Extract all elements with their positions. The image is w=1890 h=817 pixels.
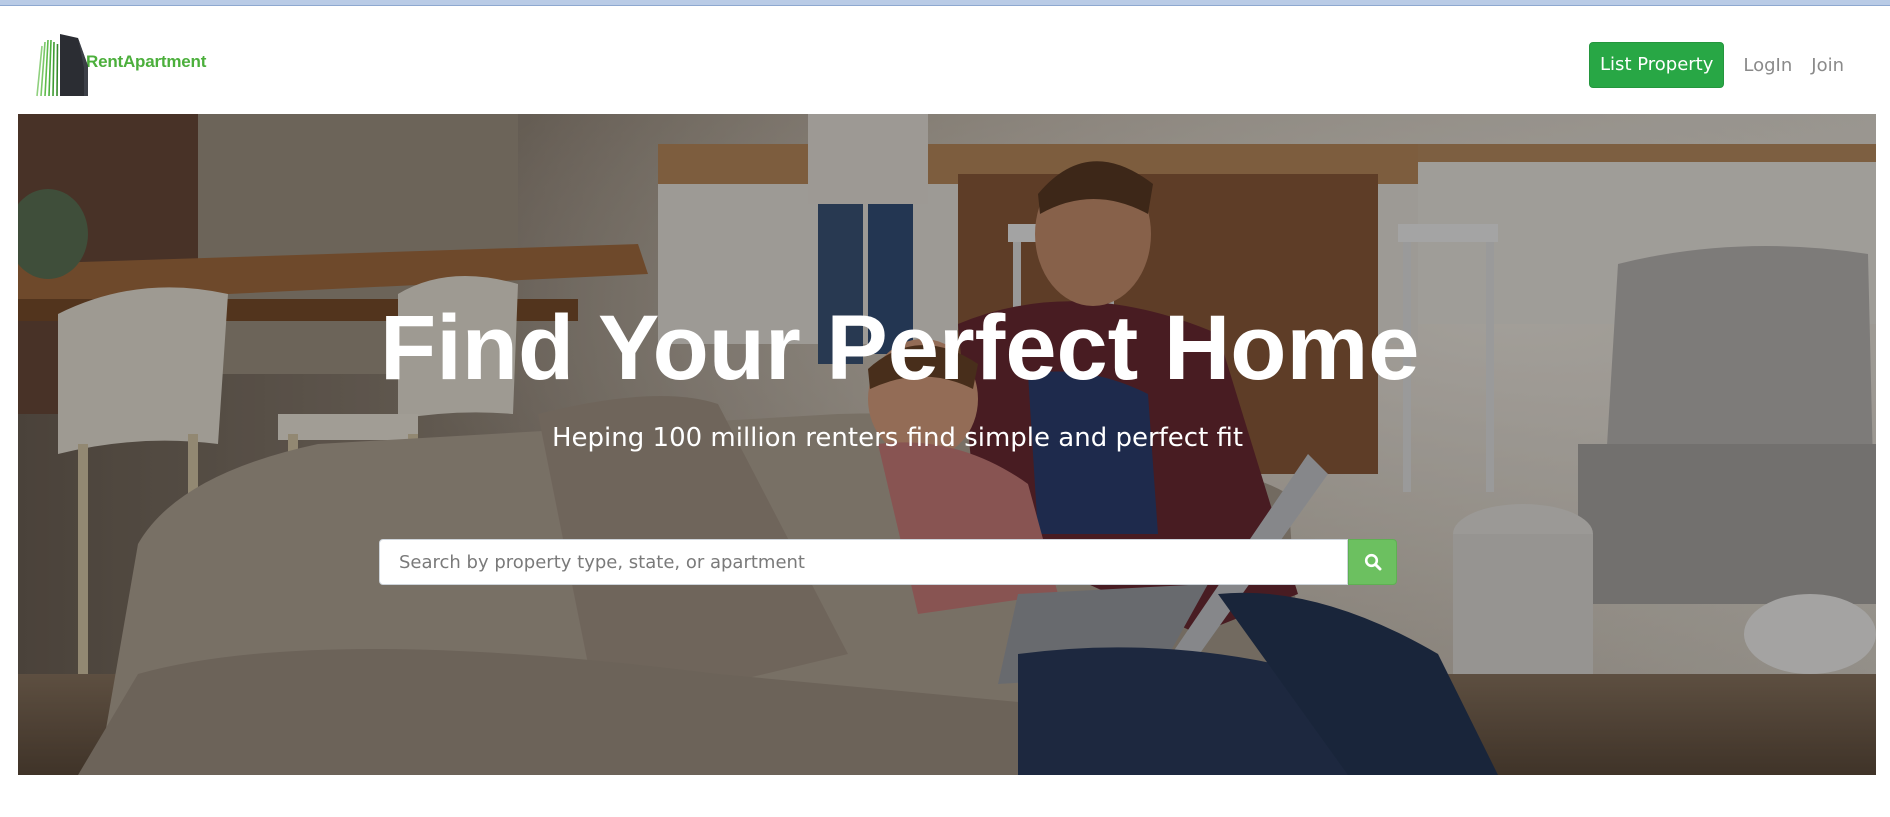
list-property-button[interactable]: List Property <box>1589 42 1725 88</box>
building-logo-icon <box>36 34 88 97</box>
search-bar <box>379 539 1397 585</box>
hero-subtitle: Heping 100 million renters find simple a… <box>552 423 1244 453</box>
hero-title: Find Your Perfect Home <box>380 297 1420 399</box>
nav-actions: List Property LogIn Join <box>1589 42 1844 88</box>
join-link[interactable]: Join <box>1811 55 1844 76</box>
login-link[interactable]: LogIn <box>1743 55 1792 76</box>
brand-name: RentApartment <box>86 52 207 71</box>
brand-logo[interactable]: RentApartment <box>34 28 224 98</box>
hero-banner: Find Your Perfect Home Heping 100 millio… <box>18 114 1876 775</box>
search-icon <box>1364 553 1381 571</box>
search-button[interactable] <box>1348 539 1397 585</box>
navbar: RentApartment List Property LogIn Join <box>0 6 1890 114</box>
search-input[interactable] <box>379 539 1348 585</box>
